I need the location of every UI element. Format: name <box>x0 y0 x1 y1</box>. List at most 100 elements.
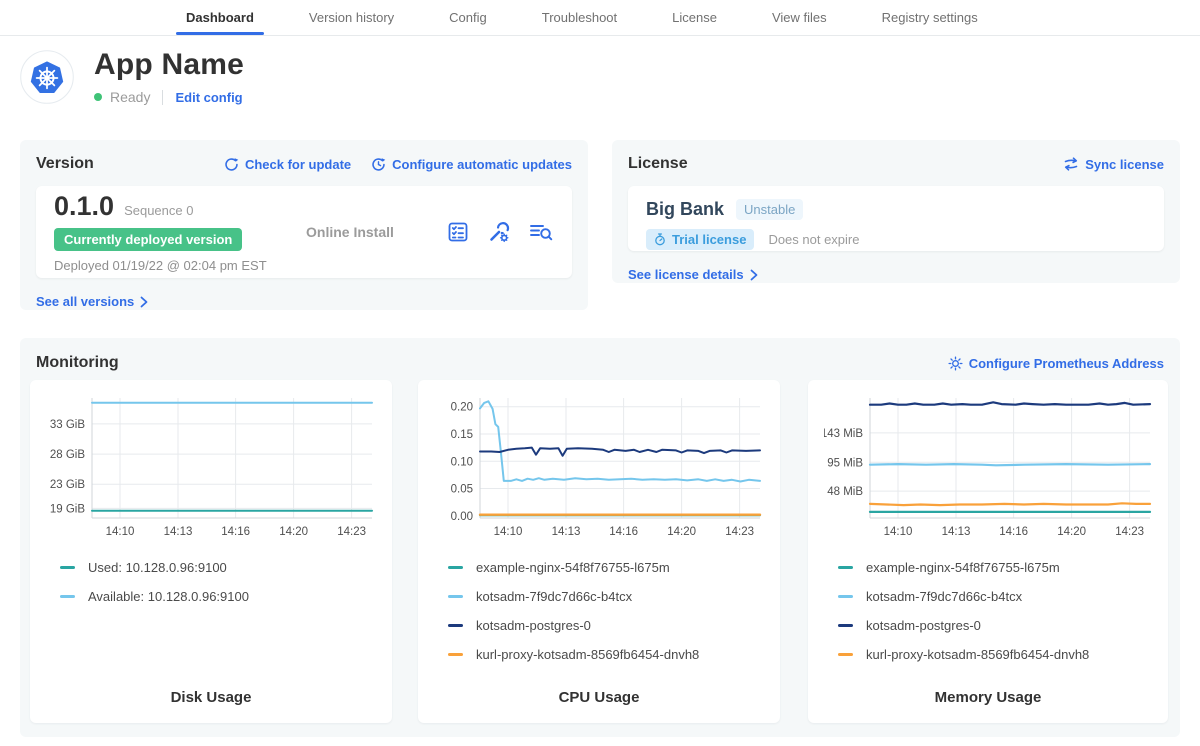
current-version-panel: 0.1.0 Sequence 0 Currently deployed vers… <box>36 186 572 278</box>
legend-swatch-icon <box>838 624 853 627</box>
configure-automatic-updates-button[interactable]: Configure automatic updates <box>371 157 572 172</box>
trial-license-badge: Trial license <box>646 229 754 250</box>
sync-license-button[interactable]: Sync license <box>1063 157 1164 172</box>
cpu-usage-chart: 0.000.050.100.150.2014:1014:1314:1614:20… <box>434 392 764 544</box>
svg-text:14:16: 14:16 <box>999 526 1028 538</box>
top-navigation: Dashboard Version history Config Trouble… <box>0 0 1200 36</box>
configure-prometheus-button[interactable]: Configure Prometheus Address <box>948 356 1164 371</box>
svg-text:14:20: 14:20 <box>279 526 308 538</box>
cpu-usage-legend: example-nginx-54f8f76755-l675m kotsadm-7f… <box>434 560 764 662</box>
app-status-row: Ready Edit config <box>94 89 244 105</box>
see-all-versions-link[interactable]: See all versions <box>36 294 148 309</box>
version-card-title: Version <box>36 155 94 173</box>
legend-label: kotsadm-postgres-0 <box>476 618 591 633</box>
svg-text:0.10: 0.10 <box>451 456 473 468</box>
preflight-checks-icon[interactable] <box>446 220 470 244</box>
license-expiry-text: Does not expire <box>768 232 859 247</box>
svg-text:0.20: 0.20 <box>451 402 473 414</box>
deployed-timestamp: Deployed 01/19/22 @ 02:04 pm EST <box>54 258 306 273</box>
legend-swatch-icon <box>838 566 853 569</box>
svg-text:48 MiB: 48 MiB <box>827 486 863 498</box>
svg-text:0.05: 0.05 <box>451 484 473 496</box>
legend-item: kotsadm-7f9dc7d66c-b4tcx <box>448 589 764 604</box>
legend-item: example-nginx-54f8f76755-l675m <box>448 560 764 575</box>
legend-swatch-icon <box>60 595 75 598</box>
tab-version-history[interactable]: Version history <box>309 0 394 35</box>
status-badge: Ready <box>110 89 150 105</box>
legend-item: Available: 10.128.0.96:9100 <box>60 589 376 604</box>
legend-item: kotsadm-7f9dc7d66c-b4tcx <box>838 589 1152 604</box>
memory-usage-panel: 48 MiB95 MiB143 MiB14:1014:1314:1614:201… <box>808 380 1168 723</box>
tab-license[interactable]: License <box>672 0 717 35</box>
tab-registry-settings[interactable]: Registry settings <box>882 0 978 35</box>
svg-text:14:23: 14:23 <box>1115 526 1144 538</box>
svg-text:0.00: 0.00 <box>451 511 473 523</box>
page-title: App Name <box>94 48 244 82</box>
legend-item: example-nginx-54f8f76755-l675m <box>838 560 1152 575</box>
legend-swatch-icon <box>448 624 463 627</box>
legend-label: kotsadm-7f9dc7d66c-b4tcx <box>476 589 632 604</box>
legend-item: kurl-proxy-kotsadm-8569fb6454-dnvh8 <box>838 647 1152 662</box>
app-header: App Name Ready Edit config <box>20 48 244 105</box>
legend-label: kotsadm-postgres-0 <box>866 618 981 633</box>
legend-label: Used: 10.128.0.96:9100 <box>88 560 227 575</box>
svg-text:0.15: 0.15 <box>451 429 473 441</box>
channel-badge: Unstable <box>736 199 803 220</box>
license-customer-name: Big Bank <box>646 199 724 220</box>
legend-label: kurl-proxy-kotsadm-8569fb6454-dnvh8 <box>866 647 1089 662</box>
legend-label: kotsadm-7f9dc7d66c-b4tcx <box>866 589 1022 604</box>
divider <box>162 90 163 105</box>
gear-icon <box>948 356 963 371</box>
legend-swatch-icon <box>60 566 75 569</box>
edit-config-link[interactable]: Edit config <box>175 90 242 105</box>
check-for-update-button[interactable]: Check for update <box>224 157 351 172</box>
svg-text:14:13: 14:13 <box>552 526 581 538</box>
tab-dashboard[interactable]: Dashboard <box>186 0 254 35</box>
svg-text:14:16: 14:16 <box>221 526 250 538</box>
kubernetes-logo-icon <box>20 50 74 104</box>
legend-swatch-icon <box>448 653 463 656</box>
svg-text:14:23: 14:23 <box>337 526 366 538</box>
swap-arrows-icon <box>1063 157 1079 171</box>
legend-label: Available: 10.128.0.96:9100 <box>88 589 249 604</box>
monitoring-title: Monitoring <box>36 354 119 372</box>
memory-usage-chart: 48 MiB95 MiB143 MiB14:1014:1314:1614:201… <box>824 392 1154 544</box>
disk-usage-chart: 19 GiB23 GiB28 GiB33 GiB14:1014:1314:161… <box>46 392 376 544</box>
svg-text:28 GiB: 28 GiB <box>50 449 85 461</box>
chart-title: Disk Usage <box>30 689 392 706</box>
version-number: 0.1.0 <box>54 191 114 222</box>
tab-troubleshoot[interactable]: Troubleshoot <box>542 0 617 35</box>
sequence-label: Sequence 0 <box>124 203 193 218</box>
svg-text:14:10: 14:10 <box>884 526 913 538</box>
cpu-usage-panel: 0.000.050.100.150.2014:1014:1314:1614:20… <box>418 380 780 723</box>
svg-text:19 GiB: 19 GiB <box>50 503 85 515</box>
legend-swatch-icon <box>448 595 463 598</box>
legend-item: kotsadm-postgres-0 <box>448 618 764 633</box>
svg-text:143 MiB: 143 MiB <box>824 428 863 440</box>
legend-swatch-icon <box>838 595 853 598</box>
chart-title: Memory Usage <box>808 689 1168 706</box>
chevron-right-icon <box>750 269 758 281</box>
svg-text:14:13: 14:13 <box>942 526 971 538</box>
currently-deployed-badge: Currently deployed version <box>54 228 242 251</box>
view-logs-icon[interactable] <box>528 220 554 244</box>
app-header-text: App Name Ready Edit config <box>94 48 244 105</box>
legend-label: example-nginx-54f8f76755-l675m <box>476 560 670 575</box>
config-wrench-icon[interactable] <box>487 220 511 244</box>
svg-text:33 GiB: 33 GiB <box>50 419 85 431</box>
tab-view-files[interactable]: View files <box>772 0 827 35</box>
chevron-right-icon <box>140 296 148 308</box>
memory-usage-legend: example-nginx-54f8f76755-l675m kotsadm-7f… <box>824 560 1152 662</box>
disk-usage-legend: Used: 10.128.0.96:9100 Available: 10.128.… <box>46 560 376 604</box>
tab-config[interactable]: Config <box>449 0 487 35</box>
refresh-icon <box>224 157 239 172</box>
legend-item: kotsadm-postgres-0 <box>838 618 1152 633</box>
clock-refresh-icon <box>371 157 386 172</box>
svg-text:14:16: 14:16 <box>609 526 638 538</box>
legend-item: Used: 10.128.0.96:9100 <box>60 560 376 575</box>
install-type-label: Online Install <box>306 224 394 240</box>
legend-label: example-nginx-54f8f76755-l675m <box>866 560 1060 575</box>
svg-text:14:10: 14:10 <box>106 526 135 538</box>
see-license-details-link[interactable]: See license details <box>628 267 758 282</box>
svg-text:14:20: 14:20 <box>667 526 696 538</box>
